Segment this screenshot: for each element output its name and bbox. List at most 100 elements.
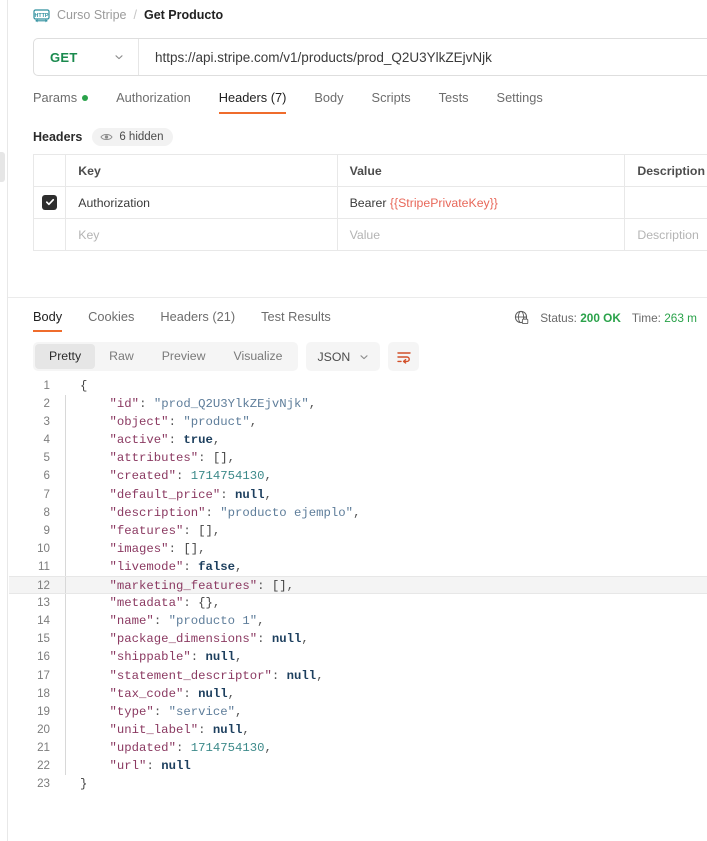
response-body-code[interactable]: 1{2 "id": "prod_Q2U3YlkZEjvNjk", 3 "objec…: [9, 377, 707, 793]
tab-tests[interactable]: Tests: [425, 90, 483, 114]
fold-guide: [65, 594, 74, 613]
chevron-down-icon: [359, 352, 369, 362]
code-line-text: "url": null: [109, 758, 191, 773]
code-line: 11 "livemode": false,: [9, 557, 707, 577]
tab-settings[interactable]: Settings: [483, 90, 557, 114]
fold-guide: [65, 577, 74, 594]
view-mode-visualize[interactable]: Visualize: [219, 344, 296, 369]
tab-response-body[interactable]: Body: [33, 309, 75, 332]
tab-response-cookies-label: Cookies: [88, 309, 135, 324]
view-mode-pretty[interactable]: Pretty: [35, 344, 96, 369]
code-line: 23}: [9, 775, 707, 793]
method-select[interactable]: GET: [34, 39, 139, 75]
code-line-text: "object": "product",: [109, 415, 258, 430]
code-line-text: "images": [],: [109, 541, 206, 556]
row-enabled-checkbox[interactable]: [42, 194, 58, 210]
placeholder-key-label: Key: [78, 227, 100, 242]
line-number: 16: [37, 650, 50, 664]
header-key-value: Authorization: [78, 195, 151, 210]
tab-params[interactable]: Params: [33, 90, 102, 114]
hidden-headers-label: 6 hidden: [119, 131, 164, 143]
tab-test-results[interactable]: Test Results: [248, 309, 344, 332]
code-line: 14 "name": "producto 1",: [9, 612, 707, 631]
tab-scripts-label: Scripts: [371, 90, 411, 105]
url-input[interactable]: [139, 39, 707, 75]
code-line: 1{: [9, 377, 707, 395]
status-label-text: Status:: [540, 310, 577, 325]
fold-guide: [65, 413, 74, 432]
header-value-cell[interactable]: Bearer {{StripePrivateKey}}: [337, 186, 626, 219]
method-label: GET: [50, 49, 78, 65]
header-value-variable: {{StripePrivateKey}}: [389, 195, 498, 210]
placeholder-description-cell[interactable]: Description: [625, 219, 707, 251]
code-line: 7 "default_price": null,: [9, 485, 707, 504]
view-mode-preview[interactable]: Preview: [148, 344, 220, 369]
line-number: 14: [37, 614, 50, 628]
placeholder-value-cell[interactable]: Value: [337, 218, 626, 251]
sidebar-rail: [0, 0, 8, 841]
line-number: 7: [43, 487, 50, 501]
hidden-headers-toggle[interactable]: 6 hidden: [92, 128, 174, 146]
line-number: 6: [43, 469, 50, 483]
header-description-cell[interactable]: [624, 186, 707, 219]
fold-guide: [65, 485, 74, 504]
tab-authorization[interactable]: Authorization: [102, 90, 205, 114]
headers-table-header-row: Key Value Description: [33, 154, 707, 187]
response-format-select[interactable]: JSON: [306, 342, 381, 371]
breadcrumb-separator: /: [133, 8, 137, 22]
headers-table: Key Value Description Authorization Bear…: [33, 154, 707, 251]
tab-body[interactable]: Body: [300, 90, 357, 114]
tab-settings-label: Settings: [496, 90, 543, 105]
table-row[interactable]: Authorization Bearer {{StripePrivateKey}…: [33, 186, 707, 219]
breadcrumb: HTTP Curso Stripe / Get Producto: [9, 0, 707, 30]
code-line: 5 "attributes": [],: [9, 449, 707, 468]
line-number: 19: [37, 704, 50, 718]
line-number: 8: [43, 505, 50, 519]
code-line-text: "features": [],: [109, 523, 221, 538]
header-value-prefix: Bearer: [349, 195, 390, 210]
fold-guide: [65, 630, 74, 649]
line-number: 1: [43, 379, 50, 392]
response-meta: Status: 200 OK Time: 263 m: [514, 310, 697, 332]
breadcrumb-collection[interactable]: Curso Stripe: [57, 8, 126, 22]
placeholder-key-cell[interactable]: Key: [65, 218, 338, 251]
breadcrumb-current-request[interactable]: Get Producto: [144, 8, 223, 22]
row-enabled-checkbox-cell: [33, 186, 67, 219]
tab-scripts[interactable]: Scripts: [358, 90, 425, 114]
fold-guide: [65, 684, 74, 703]
fold-guide: [65, 612, 74, 631]
code-line: 17 "statement_descriptor": null,: [9, 666, 707, 685]
fold-guide: [65, 449, 74, 468]
code-line-text: "package_dimensions": null,: [109, 632, 309, 647]
view-mode-raw[interactable]: Raw: [95, 344, 148, 369]
view-mode-segmented-control: Pretty Raw Preview Visualize: [33, 342, 299, 371]
code-line: 18 "tax_code": null,: [9, 684, 707, 703]
fold-guide: [65, 395, 74, 414]
pane-resize-handle[interactable]: [0, 152, 5, 182]
code-line: 13 "metadata": {},: [9, 594, 707, 613]
response-view-toolbar: Pretty Raw Preview Visualize JSON: [9, 332, 707, 371]
table-row-placeholder[interactable]: Key Value Description: [33, 218, 707, 251]
line-number: 13: [37, 596, 50, 610]
tab-response-cookies[interactable]: Cookies: [75, 309, 147, 332]
globe-lock-icon[interactable]: [514, 310, 529, 325]
request-pane: HTTP Curso Stripe / Get Producto GET htt…: [0, 0, 707, 251]
code-line-text: {: [80, 379, 88, 393]
tab-response-headers[interactable]: Headers (21): [147, 309, 248, 332]
placeholder-description-label: Description: [637, 227, 699, 242]
column-header-value: Value: [337, 154, 626, 187]
line-number: 17: [37, 668, 50, 682]
code-line: 21 "updated": 1714754130,: [9, 738, 707, 757]
line-number: 9: [43, 523, 50, 537]
line-number: 4: [43, 433, 50, 447]
text-wrap-icon[interactable]: [388, 342, 420, 371]
tab-tests-label: Tests: [438, 90, 469, 105]
request-tabs: Params Authorization Headers (7) Body Sc…: [9, 76, 707, 114]
code-line: 22 "url": null: [9, 756, 707, 776]
code-line: 3 "object": "product",: [9, 413, 707, 432]
tab-headers[interactable]: Headers (7): [205, 90, 301, 114]
line-number: 2: [43, 397, 50, 411]
code-line-text: "statement_descriptor": null,: [109, 668, 324, 683]
header-key-cell[interactable]: Authorization: [65, 186, 338, 219]
header-cell-checkbox: [33, 154, 67, 187]
